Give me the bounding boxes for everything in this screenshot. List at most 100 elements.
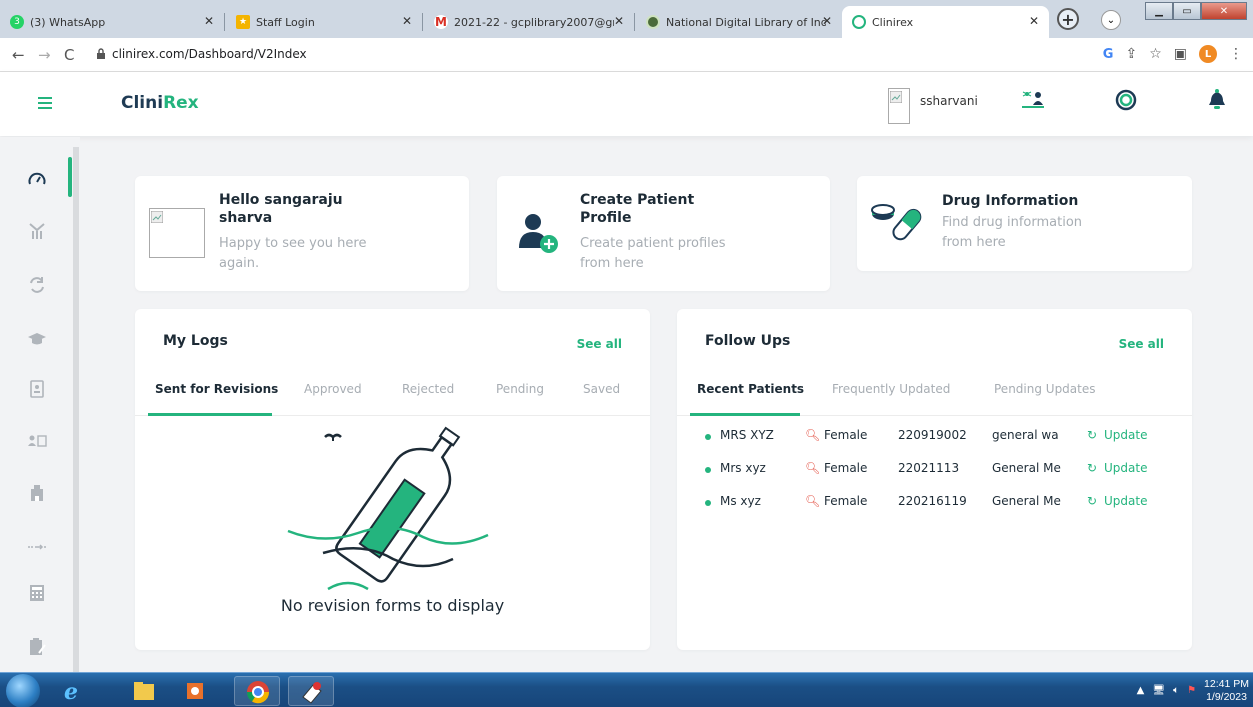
user-avatar-broken-image[interactable] bbox=[888, 88, 910, 124]
status-dot bbox=[705, 500, 711, 506]
notification-bell-icon[interactable] bbox=[1207, 89, 1227, 111]
tab-approved[interactable]: Approved bbox=[304, 382, 362, 396]
search-patient-icon[interactable]: 🔍︎ bbox=[805, 428, 820, 442]
lab-forms-icon[interactable] bbox=[27, 221, 47, 241]
search-patient-icon[interactable]: 🔍︎ bbox=[805, 461, 820, 475]
create-patient-profile-card[interactable]: Create Patient Profile Create patient pr… bbox=[497, 176, 830, 291]
outlook-icon[interactable] bbox=[172, 676, 218, 706]
tab-frequently-updated[interactable]: Frequently Updated bbox=[832, 382, 950, 396]
start-button[interactable] bbox=[6, 674, 40, 707]
back-arrow-icon[interactable]: ← bbox=[12, 46, 25, 64]
network-icon[interactable]: 🖥︎ bbox=[1152, 685, 1165, 696]
minimize-button[interactable]: ▁ bbox=[1145, 2, 1173, 20]
clinirex-favicon-icon bbox=[852, 15, 866, 29]
patient-records-icon[interactable] bbox=[27, 432, 47, 452]
tab-pending[interactable]: Pending bbox=[496, 382, 544, 396]
tab-rejected[interactable]: Rejected bbox=[402, 382, 454, 396]
table-row[interactable]: MRS XYZ 🔍︎ Female 220919002 general wa ↻… bbox=[705, 428, 1192, 448]
patient-gender: Female bbox=[824, 494, 868, 508]
scanner-app-icon[interactable] bbox=[288, 676, 334, 706]
window-controls: ▁ ▭ ✕ bbox=[1145, 2, 1247, 20]
active-tab-indicator bbox=[690, 413, 800, 416]
volume-icon[interactable]: 🔈︎ bbox=[1173, 685, 1179, 696]
user-photo-broken-image bbox=[149, 208, 205, 258]
google-icon[interactable]: G bbox=[1103, 47, 1114, 62]
settings-gear-icon[interactable] bbox=[1115, 89, 1137, 111]
tab-sent-for-revisions[interactable]: Sent for Revisions bbox=[155, 382, 278, 396]
tab-recent-patients[interactable]: Recent Patients bbox=[697, 382, 804, 396]
doctor-patient-icon[interactable] bbox=[1020, 89, 1046, 113]
forward-arrow-icon[interactable]: → bbox=[38, 46, 51, 64]
bookmark-star-icon[interactable]: ☆ bbox=[1149, 46, 1162, 62]
tab-saved[interactable]: Saved bbox=[583, 382, 620, 396]
clipboard-edit-icon[interactable] bbox=[27, 637, 47, 657]
close-tab-icon[interactable]: ✕ bbox=[614, 14, 624, 28]
clinirex-logo[interactable]: CliniRex bbox=[121, 93, 199, 113]
empty-state-message: No revision forms to display bbox=[280, 596, 505, 615]
update-button[interactable]: Update bbox=[1104, 494, 1147, 508]
lock-icon[interactable] bbox=[96, 48, 106, 59]
more-menu-icon[interactable]: ⋮ bbox=[1229, 46, 1243, 62]
my-logs-see-all-link[interactable]: See all bbox=[577, 337, 622, 351]
calculator-icon[interactable] bbox=[27, 583, 47, 603]
left-sidebar bbox=[0, 137, 80, 677]
url-field[interactable]: clinirex.com/Dashboard/V2Index bbox=[112, 47, 307, 61]
hospital-building-icon[interactable] bbox=[27, 483, 47, 503]
browser-tab-clinirex[interactable]: Clinirex ✕ bbox=[842, 6, 1049, 38]
patient-gender: Female bbox=[824, 428, 868, 442]
system-clock[interactable]: 12:41 PM 1/9/2023 bbox=[1204, 678, 1249, 704]
new-tab-button[interactable]: + bbox=[1057, 8, 1079, 30]
close-tab-icon[interactable]: ✕ bbox=[402, 14, 412, 28]
dashboard-gauge-icon[interactable] bbox=[27, 169, 47, 189]
browser-tab-whatsapp[interactable]: 3 (3) WhatsApp ✕ bbox=[0, 6, 224, 38]
username-label[interactable]: ssharvani bbox=[920, 94, 978, 108]
file-explorer-icon[interactable] bbox=[120, 676, 166, 706]
profile-avatar[interactable]: L bbox=[1199, 45, 1217, 63]
close-tab-icon[interactable]: ✕ bbox=[822, 14, 832, 28]
windows-taskbar: e ▲ 🖥︎ 🔈︎ ⚑ 12:41 PM 1/9/2023 bbox=[0, 672, 1253, 707]
update-button[interactable]: Update bbox=[1104, 428, 1147, 442]
action-center-flag-icon[interactable]: ⚑ bbox=[1187, 685, 1196, 696]
status-dot bbox=[705, 434, 711, 440]
browser-tab-ndl[interactable]: National Digital Library of Indi ✕ bbox=[636, 6, 842, 38]
chrome-icon[interactable] bbox=[234, 676, 280, 706]
hamburger-menu-icon[interactable] bbox=[38, 97, 52, 112]
greeting-title: Hello sangaraju sharva bbox=[219, 192, 343, 226]
browser-tab-staff-login[interactable]: ★ Staff Login ✕ bbox=[226, 6, 422, 38]
sync-refresh-icon[interactable] bbox=[27, 275, 47, 295]
side-panel-icon[interactable]: ▣ bbox=[1174, 46, 1187, 62]
tab-search-chevron-icon[interactable]: ⌄ bbox=[1101, 10, 1121, 30]
reload-icon[interactable]: C bbox=[64, 46, 74, 64]
browser-tab-gmail[interactable]: M 2021-22 - gcplibrary2007@gm ✕ bbox=[424, 6, 634, 38]
status-dot bbox=[705, 467, 711, 473]
app-header: CliniRex ssharvani bbox=[0, 72, 1253, 136]
refresh-icon: ↻ bbox=[1087, 428, 1098, 442]
table-row[interactable]: Ms xyz 🔍︎ Female 220216119 General Me ↻ … bbox=[705, 494, 1192, 514]
address-bar-actions: G ⇪ ☆ ▣ L ⋮ bbox=[1103, 45, 1243, 63]
transfer-arrow-icon[interactable] bbox=[27, 537, 47, 557]
my-logs-title: My Logs bbox=[163, 333, 228, 349]
graduation-cap-icon[interactable] bbox=[27, 329, 47, 349]
maximize-button[interactable]: ▭ bbox=[1173, 2, 1201, 20]
message-in-bottle-illustration bbox=[287, 426, 489, 591]
id-badge-icon[interactable] bbox=[27, 379, 47, 399]
patient-gender: Female bbox=[824, 461, 868, 475]
greeting-subtitle: Happy to see you here again. bbox=[219, 236, 367, 271]
close-tab-icon[interactable]: ✕ bbox=[204, 14, 214, 28]
sidebar-scrollbar-thumb[interactable] bbox=[68, 157, 72, 197]
search-patient-icon[interactable]: 🔍︎ bbox=[805, 494, 820, 508]
close-window-button[interactable]: ✕ bbox=[1201, 2, 1247, 20]
close-tab-icon[interactable]: ✕ bbox=[1029, 14, 1039, 28]
sidebar-scrollbar-track[interactable] bbox=[73, 147, 79, 677]
create-patient-title: Create Patient Profile bbox=[580, 192, 695, 226]
refresh-icon: ↻ bbox=[1087, 494, 1098, 508]
show-hidden-icons-icon[interactable]: ▲ bbox=[1137, 685, 1145, 696]
tab-pending-updates[interactable]: Pending Updates bbox=[994, 382, 1096, 396]
drug-information-card[interactable]: Drug Information Find drug information f… bbox=[857, 176, 1192, 271]
system-tray: ▲ 🖥︎ 🔈︎ ⚑ 12:41 PM 1/9/2023 bbox=[1137, 673, 1249, 707]
share-icon[interactable]: ⇪ bbox=[1125, 46, 1137, 62]
table-row[interactable]: Mrs xyz 🔍︎ Female 22021113 General Me ↻ … bbox=[705, 461, 1192, 481]
internet-explorer-icon[interactable]: e bbox=[50, 676, 96, 706]
follow-ups-see-all-link[interactable]: See all bbox=[1119, 337, 1164, 351]
update-button[interactable]: Update bbox=[1104, 461, 1147, 475]
